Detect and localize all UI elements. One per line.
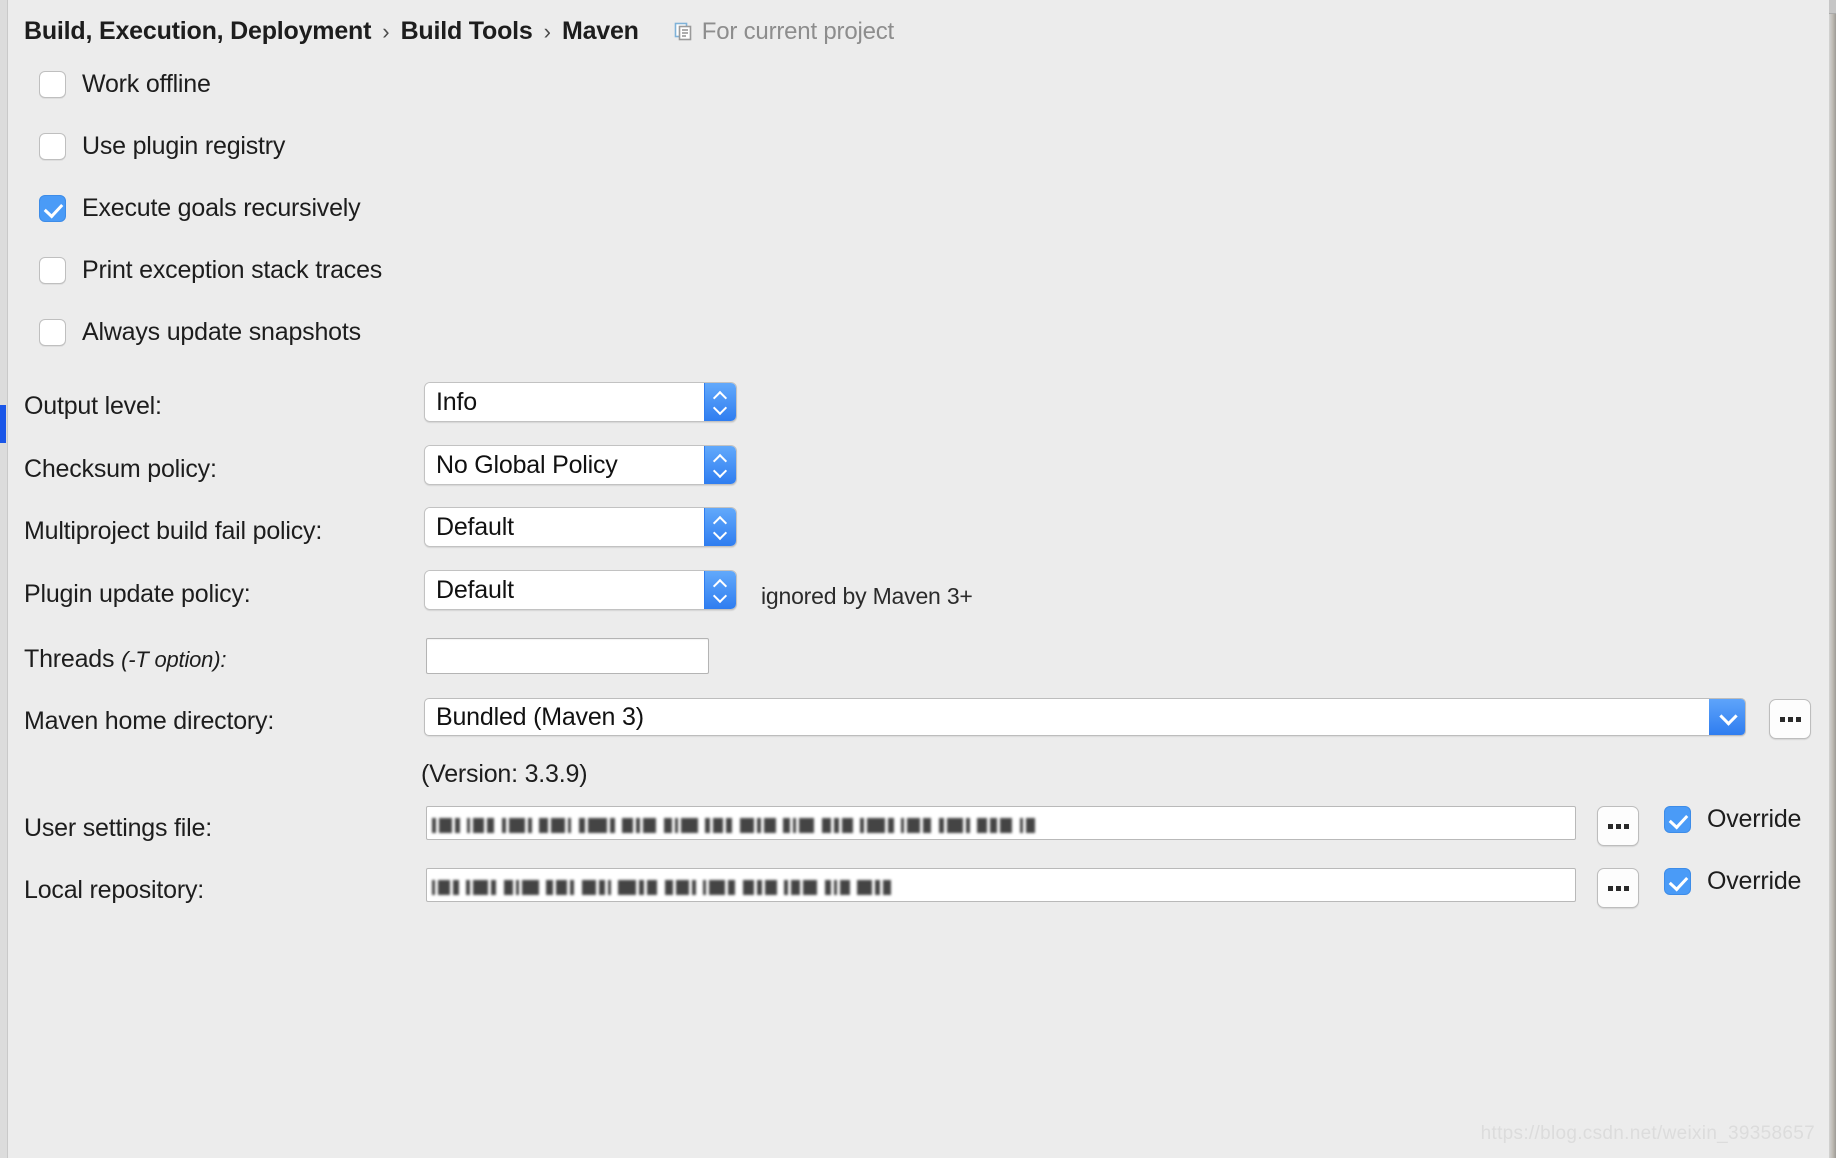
chevron-up-icon [714,517,727,525]
stepper-checksum-policy[interactable] [704,446,736,484]
project-scope-indicator: For current project [674,18,894,46]
checkbox-label-use-plugin-registry: Use plugin registry [82,132,286,160]
watermark: https://blog.csdn.net/weixin_39358657 [1480,1123,1815,1144]
checkbox-label-override-user-settings-file: Override [1707,805,1802,833]
checkbox-override-user-settings-file[interactable] [1664,806,1691,833]
input-user-settings-file[interactable] [426,806,1576,840]
left-scroll-rail[interactable] [0,0,8,1158]
browse-button-maven-home-directory[interactable] [1769,699,1811,739]
note-plugin-update-policy: ignored by Maven 3+ [761,583,973,609]
chevron-down-icon [714,529,727,537]
label-local-repository: Local repository: [24,876,205,904]
stepper-output-level[interactable] [704,383,736,421]
window-right-edge [1829,0,1836,1158]
stepper-plugin-update-policy[interactable] [704,571,736,609]
checkbox-use-plugin-registry[interactable] [39,133,66,160]
maven-version-note: (Version: 3.3.9) [421,760,588,788]
left-selection-accent [0,405,6,443]
checkbox-print-exception-stack-traces[interactable] [39,257,66,284]
select-multiproject-build-fail-policy[interactable]: Default [424,507,737,547]
label-threads-text: Threads [24,645,115,673]
override-row-local-repository[interactable]: Override [1664,867,1801,896]
checkbox-row-execute-goals-recursively[interactable]: Execute goals recursively [39,194,361,223]
ellipsis-icon [1779,716,1801,722]
redacted-path-local-repository [431,873,1571,897]
checkbox-row-use-plugin-registry[interactable]: Use plugin registry [39,132,285,161]
checkbox-label-work-offline: Work offline [82,70,211,98]
input-local-repository[interactable] [426,868,1576,902]
maven-settings-pane: Build, Execution, Deployment › Build Too… [9,0,1829,1158]
checkbox-label-override-local-repository: Override [1707,867,1802,895]
label-threads-hint: (-T option): [121,647,227,672]
breadcrumb-separator: › [543,18,551,44]
chevron-down-icon [714,592,727,600]
checkbox-always-update-snapshots[interactable] [39,319,66,346]
checkbox-row-always-update-snapshots[interactable]: Always update snapshots [39,318,361,347]
override-row-user-settings-file[interactable]: Override [1664,805,1801,834]
chevron-down-icon [1720,710,1735,725]
select-plugin-update-policy[interactable]: Default [424,570,737,610]
browse-button-user-settings-file[interactable] [1597,806,1639,846]
combo-maven-home-directory[interactable]: Bundled (Maven 3) [424,698,1746,736]
checkbox-execute-goals-recursively[interactable] [39,195,66,222]
label-user-settings-file: User settings file: [24,814,212,842]
checkbox-label-always-update-snapshots: Always update snapshots [82,318,361,346]
label-plugin-update-policy: Plugin update policy: [24,580,251,608]
chevron-down-icon [714,467,727,475]
chevron-up-icon [714,580,727,588]
combo-maven-home-directory-value: Bundled (Maven 3) [436,702,644,731]
project-scope-icon [674,22,693,41]
select-output-level[interactable]: Info [424,382,737,422]
label-multiproject-build-fail-policy: Multiproject build fail policy: [24,517,323,545]
label-checksum-policy: Checksum policy: [24,455,217,483]
select-checksum-policy-value: No Global Policy [425,446,704,484]
checkbox-work-offline[interactable] [39,71,66,98]
breadcrumb-separator: › [382,18,390,44]
checkbox-row-work-offline[interactable]: Work offline [39,70,211,99]
label-maven-home-directory: Maven home directory: [24,707,275,735]
label-threads: Threads (-T option): [24,645,226,674]
chevron-up-icon [714,455,727,463]
ellipsis-icon [1607,823,1629,829]
checkbox-label-print-exception-stack-traces: Print exception stack traces [82,256,383,284]
chevron-up-icon [714,392,727,400]
combo-maven-home-directory-arrow[interactable] [1709,699,1745,735]
ellipsis-icon [1607,885,1629,891]
threads-input[interactable] [426,638,709,674]
label-output-level: Output level: [24,392,162,420]
checkbox-row-print-exception-stack-traces[interactable]: Print exception stack traces [39,256,382,285]
browse-button-local-repository[interactable] [1597,868,1639,908]
project-scope-label: For current project [701,17,895,45]
checkbox-label-execute-goals-recursively: Execute goals recursively [82,194,361,222]
breadcrumb-item-build-execution-deployment[interactable]: Build, Execution, Deployment [24,17,371,46]
select-plugin-update-policy-value: Default [425,571,704,609]
redacted-path-user-settings-file [431,811,1571,835]
select-output-level-value: Info [425,383,704,421]
breadcrumb: Build, Execution, Deployment › Build Too… [24,17,894,46]
select-multiproject-build-fail-policy-value: Default [425,508,704,546]
breadcrumb-item-build-tools[interactable]: Build Tools [401,17,533,46]
window-right-edge-top [1829,0,1836,14]
select-checksum-policy[interactable]: No Global Policy [424,445,737,485]
chevron-down-icon [714,404,727,412]
checkbox-override-local-repository[interactable] [1664,868,1691,895]
breadcrumb-item-maven[interactable]: Maven [562,17,639,46]
stepper-multiproject-build-fail-policy[interactable] [704,508,736,546]
